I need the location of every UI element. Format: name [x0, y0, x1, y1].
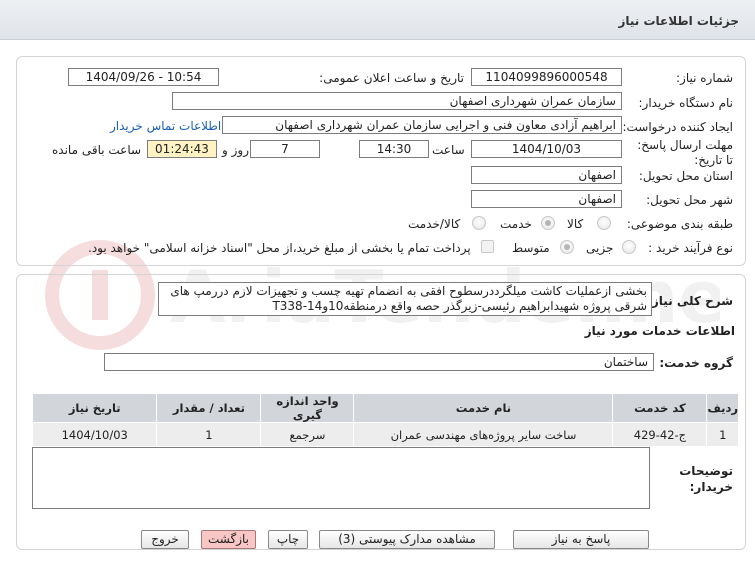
process-minor-label: جزیی: [586, 241, 614, 255]
category-goods-service-radio[interactable]: [472, 216, 486, 230]
buyer-notes-textarea[interactable]: [32, 447, 650, 509]
contact-buyer-link[interactable]: اطلاعات تماس خریدار: [110, 119, 221, 133]
table-header-row: ردیف کد خدمت نام خدمت واحد اندازه گیری ت…: [31, 393, 739, 423]
buyer-notes-label: توضیحات خریدار:: [679, 464, 733, 494]
cell-name: ساخت سایر پروژه‌های مهندسی عمران: [353, 422, 614, 447]
cell-code: ج-42-429: [612, 422, 708, 447]
col-header-unit: واحد اندازه گیری: [260, 393, 355, 423]
service-group-field: ساختمان: [104, 353, 654, 371]
category-goods-radio[interactable]: [597, 216, 611, 230]
process-medium-radio[interactable]: [560, 240, 574, 254]
print-button[interactable]: چاپ: [268, 530, 308, 549]
buyer-org-field: سازمان عمران شهرداری اصفهان: [172, 92, 622, 110]
deadline-label: مهلت ارسال پاسخ: تا تاریخ:: [637, 138, 733, 167]
buyer-org-label: نام دستگاه خریدار:: [638, 96, 734, 110]
process-type-label: نوع فرآیند خرید :: [648, 241, 733, 255]
announce-label: تاریخ و ساعت اعلان عمومی:: [319, 71, 464, 85]
table-row: 1 ج-42-429 ساخت سایر پروژه‌های مهندسی عم…: [31, 422, 739, 447]
col-header-name: نام خدمت: [353, 393, 614, 423]
city-label: شهر محل تحویل:: [646, 193, 733, 207]
days-field: 7: [250, 140, 320, 158]
creator-field: ابراهیم آزادی معاون فنی و اجرایی سازمان …: [222, 116, 622, 134]
need-number-field: 1104099896000548: [471, 68, 622, 86]
deadline-date-field: 1404/10/03: [471, 140, 622, 158]
exit-button[interactable]: خروج: [141, 530, 189, 549]
process-medium-label: متوسط: [512, 241, 550, 255]
back-button[interactable]: بازگشت: [201, 530, 256, 549]
col-header-row: ردیف: [706, 393, 739, 423]
services-section-title: اطلاعات خدمات مورد نیاز: [584, 324, 735, 338]
cell-row: 1: [706, 422, 739, 447]
province-field: اصفهان: [471, 166, 622, 184]
category-goods-label: کالا: [567, 217, 584, 231]
treasury-payment-note: پرداخت تمام یا بخشی از مبلغ خرید،از محل …: [88, 241, 471, 255]
city-field: اصفهان: [471, 190, 622, 208]
process-minor-radio[interactable]: [622, 240, 636, 254]
remaining-label: ساعت باقی مانده: [52, 143, 142, 157]
col-header-date: تاریخ نیاز: [31, 393, 158, 423]
service-group-label: گروه خدمت:: [659, 356, 733, 370]
col-header-code: کد خدمت: [612, 393, 708, 423]
category-service-radio[interactable]: [541, 216, 555, 230]
view-attachments-button[interactable]: مشاهده مدارک پیوستی (3): [319, 530, 495, 549]
page-title: جزئیات اطلاعات نیاز: [618, 14, 739, 28]
need-number-label: شماره نیاز:: [676, 71, 733, 85]
treasury-payment-checkbox[interactable]: [481, 240, 494, 253]
cell-unit: سرجمع: [260, 422, 355, 447]
category-goods-service-label: کالا/خدمت: [408, 217, 461, 231]
category-service-label: خدمت: [500, 217, 532, 231]
cell-qty: 1: [156, 422, 262, 447]
description-label: شرح کلی نیاز:: [647, 294, 733, 308]
deadline-time-field: 14:30: [359, 140, 429, 158]
cell-date: 1404/10/03: [31, 422, 158, 447]
deadline-time-label: ساعت: [432, 143, 465, 157]
creator-label: ایجاد کننده درخواست:: [622, 120, 733, 134]
reply-button[interactable]: پاسخ به نیاز: [513, 530, 649, 549]
services-table: ردیف کد خدمت نام خدمت واحد اندازه گیری ت…: [31, 393, 739, 447]
col-header-qty: تعداد / مقدار: [156, 393, 262, 423]
announce-field: 1404/09/26 - 10:54: [68, 68, 219, 86]
days-label: روز و: [222, 143, 249, 157]
remaining-time-field: 01:24:43: [147, 140, 217, 158]
category-label: طبقه بندی موضوعی:: [626, 217, 733, 231]
description-textarea: بخشی ازعملیات کاشت میلگرددرسطوح افقی به …: [158, 282, 652, 316]
province-label: استان محل تحویل:: [638, 169, 733, 183]
